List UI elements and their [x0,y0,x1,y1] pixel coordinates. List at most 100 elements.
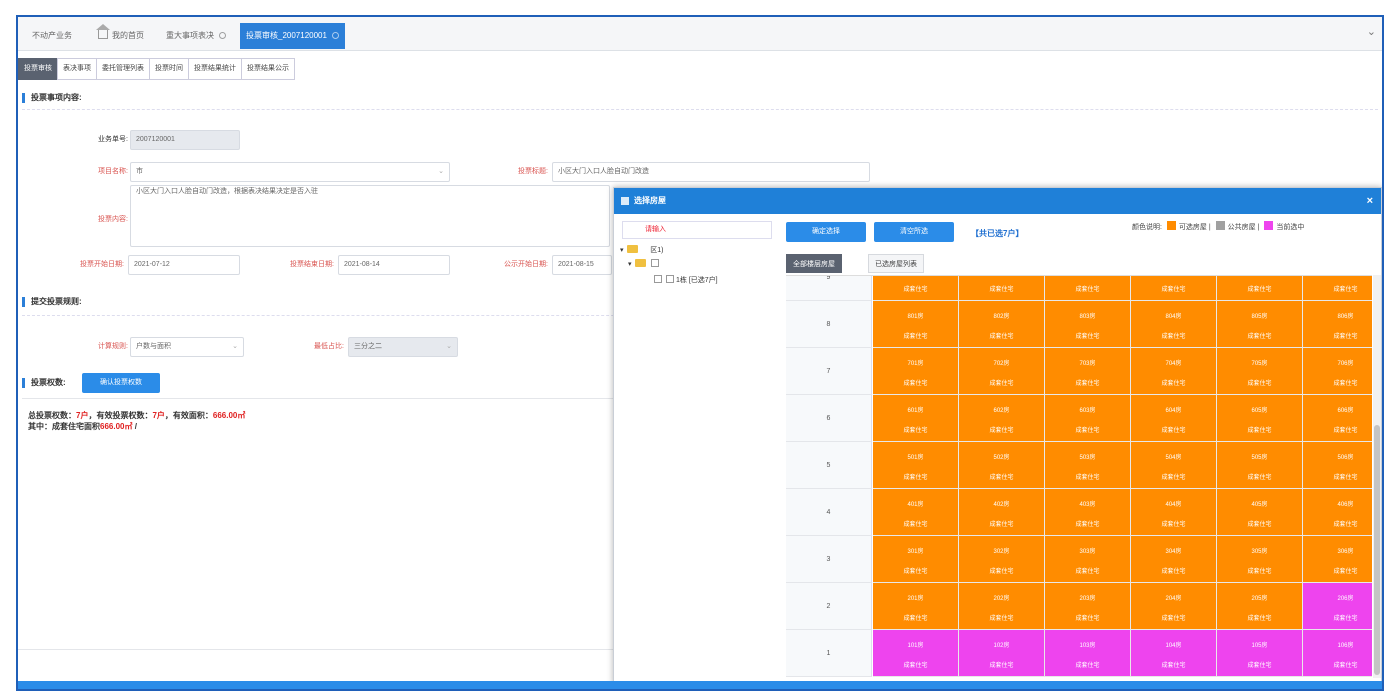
house-number: 104房 [1165,643,1182,649]
house-cell[interactable]: 605房 成套住宅 [1217,395,1303,442]
legend-label: 公共房屋 [1227,224,1256,231]
house-cell[interactable]: 403房 成套住宅 [1045,489,1131,536]
tree-search-input[interactable]: 请输入 [622,221,772,239]
content-textarea[interactable]: 小区大门入口人脸自动门改造，根据表决结果决定是否入驻 [130,185,610,247]
house-cell[interactable]: 204房 成套住宅 [1131,583,1217,630]
house-cell[interactable]: 603房 成套住宅 [1045,395,1131,442]
end-date-field[interactable]: 2021-08-14 [338,255,450,275]
subtab-delegation[interactable]: 委托管理列表 [96,58,150,80]
house-cell[interactable]: 506房 成套住宅 [1303,442,1372,489]
tab-realestate[interactable]: 不动产业务 [26,23,78,49]
tab-selected-list[interactable]: 已选房屋列表 [868,254,924,273]
house-cell[interactable]: 704房 成套住宅 [1131,348,1217,395]
house-cell[interactable]: 202房 成套住宅 [959,583,1045,630]
start-date-field[interactable]: 2021-07-12 [128,255,240,275]
subtab-vote-time[interactable]: 投票时间 [149,58,189,80]
section-vote-rights: 投票权数: [22,378,66,388]
house-cell[interactable]: 703房 成套住宅 [1045,348,1131,395]
house-cell[interactable]: 303房 成套住宅 [1045,536,1131,583]
tree-checkbox[interactable] [650,259,659,267]
house-cell[interactable]: 205房 成套住宅 [1217,583,1303,630]
house-cell[interactable]: 803房 成套住宅 [1045,301,1131,348]
house-cell[interactable]: 806房 成套住宅 [1303,301,1372,348]
tab-major-vote[interactable]: 重大事项表决 [160,23,232,49]
house-type: 成套住宅 [989,334,1014,340]
house-cell[interactable]: 305房 成套住宅 [1217,536,1303,583]
expand-icon[interactable]: ▾ [628,261,632,268]
tab-all-floors[interactable]: 全部楼层房屋 [786,254,842,273]
house-cell[interactable]: 801房 成套住宅 [873,301,959,348]
house-cell[interactable]: 成套住宅 [1045,276,1131,301]
tree-node-building[interactable]: 1栋 [已选7户] [652,275,718,287]
confirm-rights-button[interactable]: 确认投票权数 [82,373,160,393]
house-cell[interactable]: 606房 成套住宅 [1303,395,1372,442]
house-cell[interactable]: 505房 成套住宅 [1217,442,1303,489]
close-icon[interactable]: × [1367,188,1373,214]
house-cell[interactable]: 401房 成套住宅 [873,489,959,536]
calc-rule-value: 户数与面积 [136,343,171,350]
house-cell[interactable]: 804房 成套住宅 [1131,301,1217,348]
house-cell[interactable]: 701房 成套住宅 [873,348,959,395]
close-icon[interactable] [219,32,226,40]
house-cell[interactable]: 402房 成套住宅 [959,489,1045,536]
house-cell[interactable]: 705房 成套住宅 [1217,348,1303,395]
floor-label: 8 [786,301,872,348]
topic-field[interactable]: 小区大门入口人脸自动门改造 [552,162,870,182]
vote-summary: 总投票权数：7户，有效投票权数：7户，有效面积：666.00㎡ 其中：成套住宅面… [28,410,245,432]
min-ratio-select[interactable]: 三分之二 ⌄ [348,337,458,357]
subtab-vote-items[interactable]: 表决事项 [57,58,97,80]
house-cell[interactable]: 501房 成套住宅 [873,442,959,489]
house-cell[interactable]: 802房 成套住宅 [959,301,1045,348]
house-cell[interactable]: 105房 成套住宅 [1217,630,1303,677]
confirm-select-button[interactable]: 确定选择 [786,222,866,242]
tab-home[interactable]: 我的首页 [92,23,150,49]
tab-vote-review[interactable]: 投票审核_2007120001 [240,23,345,49]
house-cell[interactable]: 503房 成套住宅 [1045,442,1131,489]
calc-rule-select[interactable]: 户数与面积 ⌄ [130,337,244,357]
house-cell[interactable]: 601房 成套住宅 [873,395,959,442]
house-cell[interactable]: 成套住宅 [959,276,1045,301]
project-select[interactable]: 市 ⌄ [130,162,450,182]
house-cell[interactable]: 106房 成套住宅 [1303,630,1372,677]
house-cell[interactable]: 805房 成套住宅 [1217,301,1303,348]
house-cell[interactable]: 201房 成套住宅 [873,583,959,630]
house-cell[interactable]: 706房 成套住宅 [1303,348,1372,395]
house-cell[interactable]: 602房 成套住宅 [959,395,1045,442]
tree-node-root[interactable]: ▾ 区1) [620,245,663,257]
house-cell[interactable]: 206房 成套住宅 [1303,583,1372,630]
close-icon[interactable] [331,32,339,40]
scrollbar[interactable] [1373,275,1381,678]
house-cell[interactable]: 404房 成套住宅 [1131,489,1217,536]
house-cell[interactable]: 604房 成套住宅 [1131,395,1217,442]
chevron-down-icon[interactable]: ⌄ [1367,25,1376,38]
house-cell[interactable]: 302房 成套住宅 [959,536,1045,583]
subtab-vote-publicity[interactable]: 投票结果公示 [241,58,295,80]
house-cell[interactable]: 301房 成套住宅 [873,536,959,583]
tree-checkbox[interactable] [654,275,662,283]
house-cell[interactable]: 101房 成套住宅 [873,630,959,677]
house-cell[interactable]: 成套住宅 [1217,276,1303,301]
scrollbar-thumb[interactable] [1374,425,1380,675]
house-cell[interactable]: 702房 成套住宅 [959,348,1045,395]
house-cell[interactable]: 成套住宅 [1303,276,1372,301]
house-cell[interactable]: 103房 成套住宅 [1045,630,1131,677]
house-cell[interactable]: 406房 成套住宅 [1303,489,1372,536]
expand-icon[interactable]: ▾ [620,247,624,254]
house-cell[interactable]: 104房 成套住宅 [1131,630,1217,677]
subtab-vote-stats[interactable]: 投票结果统计 [188,58,242,80]
house-cell[interactable]: 203房 成套住宅 [1045,583,1131,630]
house-number: 106房 [1337,643,1354,649]
house-cell[interactable]: 405房 成套住宅 [1217,489,1303,536]
house-cell[interactable]: 成套住宅 [873,276,959,301]
house-cell[interactable]: 成套住宅 [1131,276,1217,301]
subtab-vote-review[interactable]: 投票审核 [18,58,58,80]
house-number: 401房 [907,502,924,508]
pub-date-field[interactable]: 2021-08-15 [552,255,612,275]
house-cell[interactable]: 502房 成套住宅 [959,442,1045,489]
clear-select-button[interactable]: 清空所选 [874,222,954,242]
house-cell[interactable]: 102房 成套住宅 [959,630,1045,677]
house-cell[interactable]: 306房 成套住宅 [1303,536,1372,583]
tree-node-community[interactable]: ▾ [628,259,661,271]
house-cell[interactable]: 304房 成套住宅 [1131,536,1217,583]
house-cell[interactable]: 504房 成套住宅 [1131,442,1217,489]
